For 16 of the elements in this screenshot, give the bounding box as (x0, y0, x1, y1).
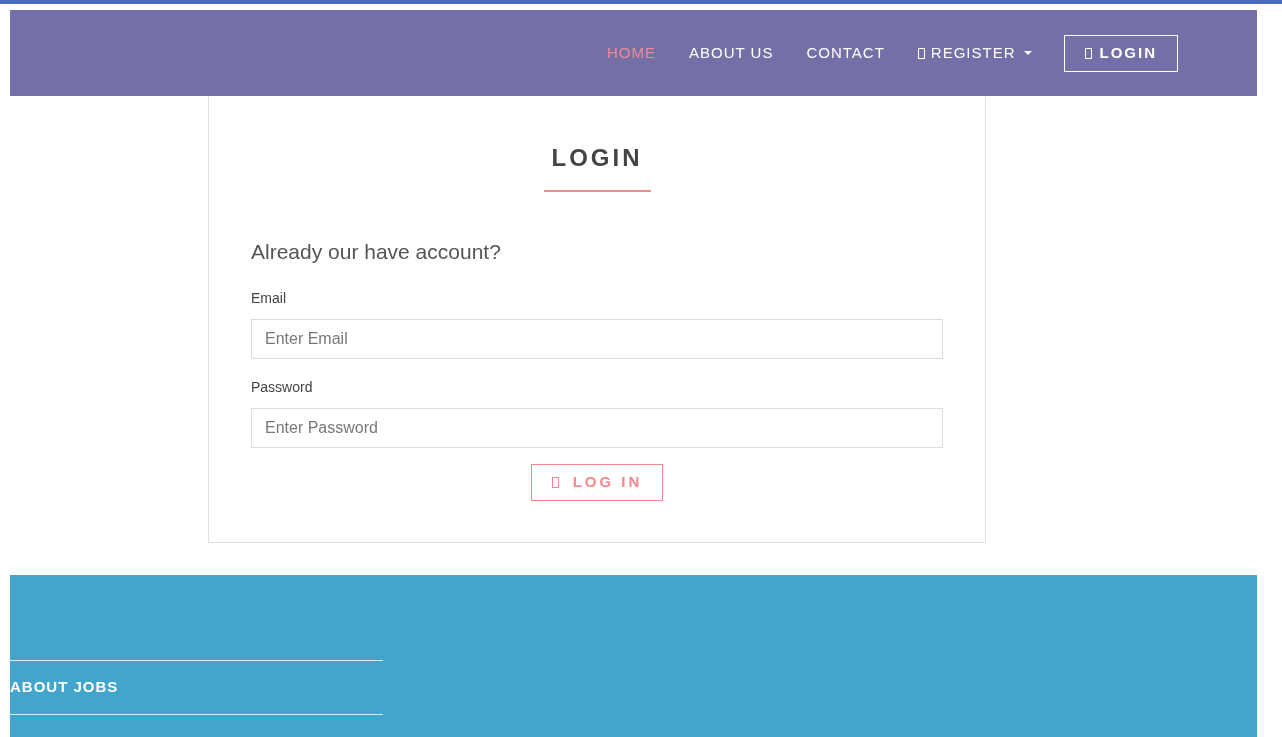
placeholder-icon (917, 47, 925, 59)
input-field[interactable]: Enter Password (251, 407, 943, 448)
login-button[interactable]: LOGIN (1063, 34, 1178, 72)
card-title: LOGIN (551, 143, 643, 173)
register-dropdown[interactable]: REGISTER (917, 41, 1032, 65)
submit-button[interactable]: LOG IN (530, 463, 664, 501)
footer-heading: ABOUT JOBS (10, 677, 120, 697)
form-subtitle: Already our have account? (251, 239, 502, 265)
nav-link[interactable]: CONTACT (806, 41, 885, 65)
placeholder-icon (1084, 47, 1092, 59)
input-field[interactable]: Enter Email (251, 318, 943, 359)
nav-link[interactable]: ABOUT US (689, 41, 774, 65)
caret-icon (1023, 51, 1032, 55)
field-label: Password (251, 377, 313, 397)
placeholder-icon (551, 476, 559, 488)
field-label: Email (251, 288, 286, 308)
